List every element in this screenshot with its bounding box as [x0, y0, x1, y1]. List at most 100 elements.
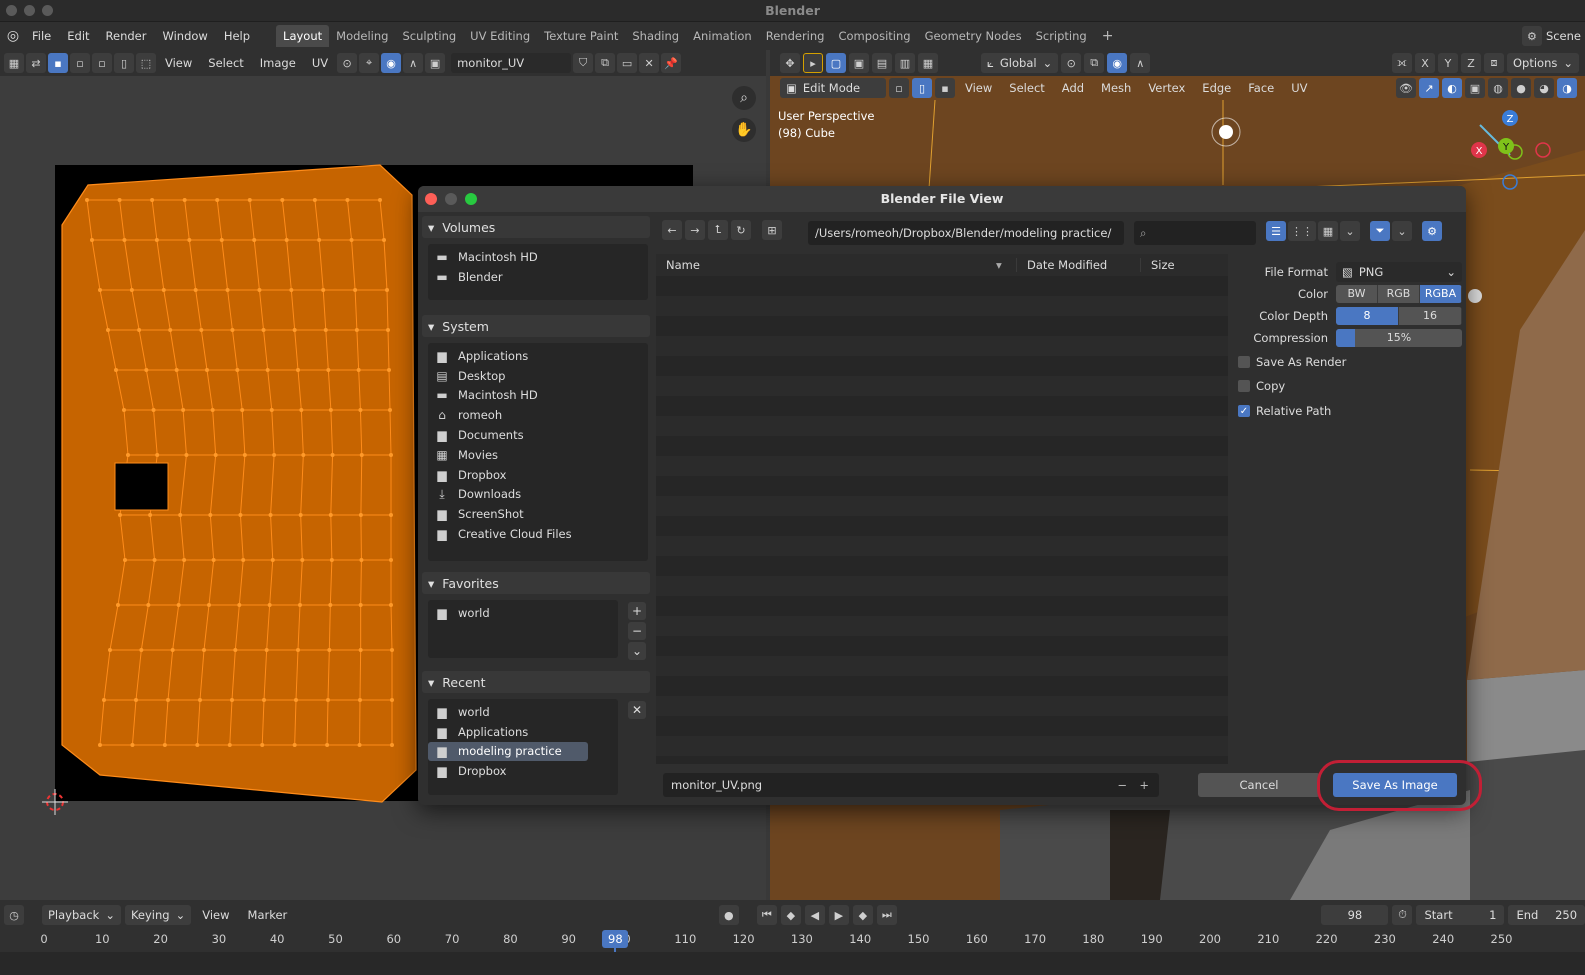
island-select-icon[interactable]: ▯ [114, 53, 134, 73]
uv-vertex[interactable] [137, 328, 142, 332]
list-item[interactable]: ▆ Documents [428, 425, 648, 445]
uv-vertex[interactable] [354, 328, 359, 332]
list-item[interactable]: ▆ world [428, 603, 618, 623]
list-item[interactable]: ▆ Dropbox [428, 761, 618, 781]
tab-shading[interactable]: Shading [625, 25, 686, 47]
filter-chevron-icon[interactable]: ⌄ [1392, 221, 1412, 241]
parent-dir-icon[interactable]: ⮤ [708, 220, 728, 240]
menu-file[interactable]: File [24, 29, 59, 43]
mirror-z-toggle[interactable]: Z [1460, 53, 1481, 73]
next-keyframe-icon[interactable]: ◆ [852, 905, 873, 925]
select-mode-extend-icon[interactable]: ▣ [849, 53, 869, 73]
thumbnails-icon[interactable]: ▦ [1318, 221, 1338, 241]
uv-vertex[interactable] [261, 328, 266, 332]
uv-vertex[interactable] [299, 408, 304, 412]
edge-select-icon[interactable]: ▫ [70, 53, 90, 73]
menu-window[interactable]: Window [154, 29, 215, 43]
tab-compositing[interactable]: Compositing [831, 25, 917, 47]
select-mode-subtract-icon[interactable]: ▤ [872, 53, 892, 73]
visibility-icon[interactable]: 👁 [1396, 78, 1416, 98]
uv-vertex[interactable] [129, 288, 134, 292]
uv-vertex[interactable] [301, 453, 306, 457]
list-item[interactable]: ▆ Applications [428, 722, 618, 742]
uv-vertex[interactable] [327, 648, 332, 652]
uv-vertex[interactable] [358, 513, 363, 517]
column-size[interactable]: Size [1140, 258, 1175, 272]
uv-vertex[interactable] [98, 288, 102, 292]
uv-vertex[interactable] [155, 453, 160, 457]
uv-vertex[interactable] [207, 603, 211, 607]
select-mode-new-icon[interactable]: ▢ [826, 53, 846, 73]
uv-vertex[interactable] [198, 698, 202, 702]
list-item[interactable]: ▤ Desktop [428, 366, 648, 386]
search-input[interactable]: ⌕ [1134, 221, 1256, 245]
uv-vertex[interactable] [161, 288, 166, 292]
vp-menu-mesh[interactable]: Mesh [1094, 81, 1138, 95]
file-list[interactable] [656, 276, 1228, 764]
vertex-select-icon[interactable]: ▪ [48, 53, 68, 73]
uv-vertex[interactable] [264, 648, 269, 652]
uv-vertex[interactable] [272, 453, 277, 457]
auto-merge-icon[interactable]: ⧈ [1483, 53, 1504, 73]
uv-vertex[interactable] [326, 698, 330, 702]
uv-vertex[interactable] [328, 513, 333, 517]
list-item[interactable]: ▆ world [428, 702, 618, 722]
current-frame-field[interactable]: 98 [1321, 905, 1389, 925]
frame-ruler[interactable]: 0102030405060708090011012013014015016017… [0, 928, 1585, 975]
pivot-point-icon[interactable]: ⊙ [1061, 53, 1082, 73]
uv-vertex[interactable] [139, 648, 144, 652]
favorites-menu-button[interactable]: ⌄ [628, 642, 646, 660]
uv-vertex[interactable] [356, 368, 361, 372]
add-favorite-button[interactable]: + [628, 602, 646, 620]
uv-vertex[interactable] [126, 453, 130, 457]
uv-vertex[interactable] [389, 603, 393, 607]
uv-vertex[interactable] [390, 648, 394, 652]
list-item[interactable]: ▬ Macintosh HD [428, 247, 648, 267]
relative-path-checkbox[interactable]: ✓ [1238, 405, 1250, 417]
unlink-image-icon[interactable]: ✕ [639, 53, 660, 73]
save-as-render-checkbox[interactable] [1238, 356, 1250, 368]
color-bw-option[interactable]: BW [1336, 285, 1378, 303]
uv-vertex[interactable] [389, 513, 393, 517]
falloff-icon[interactable]: ∧ [403, 53, 424, 73]
tab-layout[interactable]: Layout [276, 25, 330, 47]
uv-vertex[interactable] [122, 238, 127, 242]
uv-vertex[interactable] [262, 698, 266, 702]
tab-sculpting[interactable]: Sculpting [395, 25, 463, 47]
uv-vertex[interactable] [378, 198, 382, 202]
uv-vertex[interactable] [106, 328, 110, 332]
uv-vertex[interactable] [280, 198, 285, 202]
timeline-editor-icon[interactable]: ◷ [4, 905, 24, 925]
image-name-field[interactable]: monitor_UV [451, 53, 572, 73]
uv-vertex[interactable] [123, 558, 127, 562]
uv-vertex[interactable] [321, 288, 326, 292]
zoom-icon[interactable]: ⌕ [732, 86, 756, 110]
uv-vertex[interactable] [195, 743, 200, 747]
horizontal-list-icon[interactable]: ⋮⋮ [1288, 221, 1316, 241]
solid-shading-icon[interactable]: ● [1511, 78, 1531, 98]
dialog-zoom-button[interactable] [465, 193, 477, 205]
uv-vertex[interactable] [326, 368, 331, 372]
vp-menu-edge[interactable]: Edge [1195, 81, 1238, 95]
playhead-frame-badge[interactable]: 98 [602, 930, 629, 948]
uv-vertex[interactable] [317, 238, 322, 242]
overlay-icon[interactable]: ◐ [1442, 78, 1462, 98]
uv-vertex[interactable] [292, 328, 297, 332]
sort-chevron-icon[interactable]: ▾ [996, 258, 1016, 272]
vp-menu-face[interactable]: Face [1241, 81, 1281, 95]
pivot-icon[interactable]: ⊙ [337, 53, 358, 73]
remove-favorite-button[interactable]: − [628, 622, 646, 640]
prev-keyframe-icon[interactable]: ◆ [780, 905, 801, 925]
uv-vertex[interactable] [208, 513, 213, 517]
favorites-header[interactable]: ▾ Favorites [422, 572, 650, 594]
uv-vertex[interactable] [358, 698, 362, 702]
uv-vertex[interactable] [241, 558, 246, 562]
vertical-list-icon[interactable]: ☰ [1266, 221, 1286, 241]
system-header[interactable]: ▾ System [422, 315, 650, 337]
menu-edit[interactable]: Edit [59, 29, 97, 43]
rendered-shading-icon[interactable]: ◑ [1557, 78, 1577, 98]
open-image-icon[interactable]: ▭ [617, 53, 638, 73]
depth-8-option[interactable]: 8 [1336, 307, 1399, 325]
uv-vertex[interactable] [358, 603, 363, 607]
uv-vertex[interactable] [292, 743, 297, 747]
